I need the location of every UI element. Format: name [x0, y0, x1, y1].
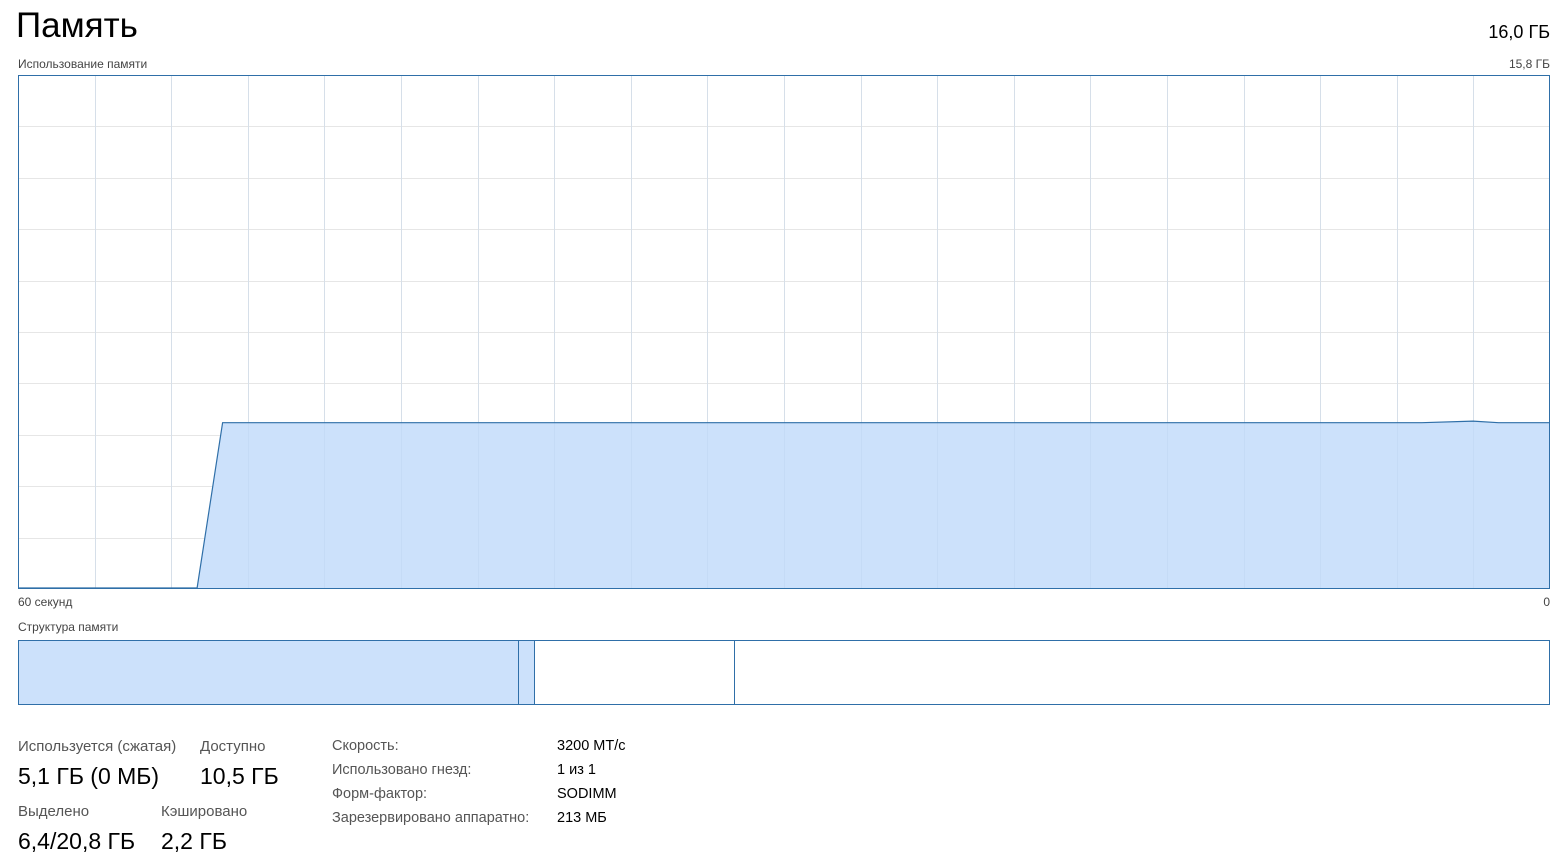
detail-values: 3200 МТ/с 1 из 1 SODIMM 213 МБ: [557, 734, 626, 830]
memory-usage-chart: [18, 75, 1550, 589]
detail-speed-value: 3200 МТ/с: [557, 738, 626, 754]
stat-committed-value: 6,4/20,8 ГБ: [18, 828, 136, 854]
detail-reserved-label: Зарезервировано аппаратно:: [332, 810, 530, 826]
stat-available-value: 10,5 ГБ: [200, 763, 279, 789]
memory-usage-chart-svg: [18, 75, 1550, 589]
stat-committed: Выделено 6,4/20,8 ГБ: [18, 802, 135, 856]
stat-cached-label: Кэшировано: [161, 803, 248, 820]
usage-chart-max: 15,8 ГБ: [1508, 57, 1550, 71]
detail-speed-label: Скорость:: [332, 738, 399, 754]
structure-standby-segment[interactable]: [535, 641, 735, 704]
detail-form-factor-label: Форм-фактор:: [332, 786, 428, 802]
detail-slots-value: 1 из 1: [557, 762, 596, 778]
stat-committed-label: Выделено: [18, 803, 90, 820]
usage-chart-label: Использование памяти: [18, 57, 148, 71]
stat-available-label: Доступно: [200, 738, 266, 755]
stat-in-use-label: Используется (сжатая): [18, 738, 177, 755]
structure-in-use-segment[interactable]: [19, 641, 518, 704]
stat-in-use-value: 5,1 ГБ (0 МБ): [18, 763, 160, 789]
time-axis-start: 60 секунд: [18, 595, 73, 609]
detail-slots-label: Использовано гнезд:: [332, 762, 472, 778]
detail-reserved-value: 213 МБ: [557, 810, 607, 826]
structure-modified-segment[interactable]: [518, 641, 535, 704]
detail-form-factor-value: SODIMM: [557, 786, 617, 802]
structure-label: Структура памяти: [18, 620, 119, 634]
detail-labels: Скорость: Использовано гнезд: Форм-факто…: [332, 734, 529, 830]
stat-cached: Кэшировано 2,2 ГБ: [161, 802, 247, 856]
memory-performance-page: Память 16,0 ГБ Использование памяти 15,8…: [0, 0, 1565, 867]
stat-cached-value: 2,2 ГБ: [161, 828, 227, 854]
memory-structure-bar: [18, 640, 1550, 705]
structure-free-segment[interactable]: [735, 641, 1549, 704]
time-axis-end: 0: [1543, 595, 1550, 609]
stat-in-use: Используется (сжатая) 5,1 ГБ (0 МБ): [18, 737, 176, 791]
stat-available: Доступно 10,5 ГБ: [200, 737, 279, 791]
total-memory: 16,0 ГБ: [1488, 22, 1550, 42]
page-title: Память: [16, 6, 138, 45]
